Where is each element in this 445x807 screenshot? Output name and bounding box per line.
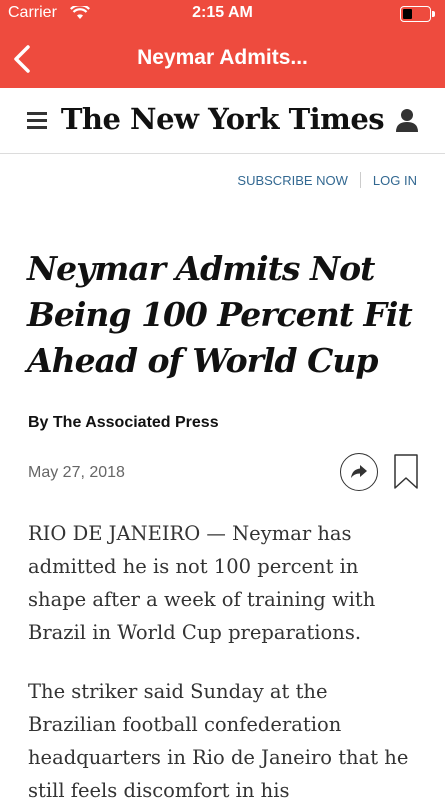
site-header: The New York Times [0, 88, 445, 154]
site-logo: The New York Times [60, 102, 385, 136]
top-bar: Carrier 2:15 AM Neymar Admits... [0, 0, 445, 88]
login-link[interactable]: LOG IN [373, 173, 417, 188]
divider [359, 172, 361, 188]
subscribe-link[interactable]: SUBSCRIBE NOW [237, 173, 348, 188]
battery-icon [400, 6, 435, 22]
bookmark-icon[interactable] [394, 454, 418, 495]
account-icon[interactable] [395, 108, 419, 134]
article-paragraph: The striker said Sunday at the Brazilian… [28, 680, 409, 802]
clock: 2:15 AM [192, 4, 253, 21]
account-links: SUBSCRIBE NOW LOG IN [237, 172, 417, 188]
nav-bar: Neymar Admits... [0, 30, 445, 88]
article-paragraph: RIO DE JANEIRO — Neymar has admitted he … [28, 522, 376, 644]
share-icon [351, 465, 367, 478]
byline: By The Associated Press [28, 414, 219, 431]
share-button[interactable] [340, 453, 378, 491]
nav-title: Neymar Admits... [137, 46, 308, 69]
status-bar: Carrier 2:15 AM [0, 0, 445, 30]
article-headline: Neymar Admits Not Being 100 Percent Fit … [27, 249, 413, 380]
publish-date: May 27, 2018 [28, 464, 125, 481]
